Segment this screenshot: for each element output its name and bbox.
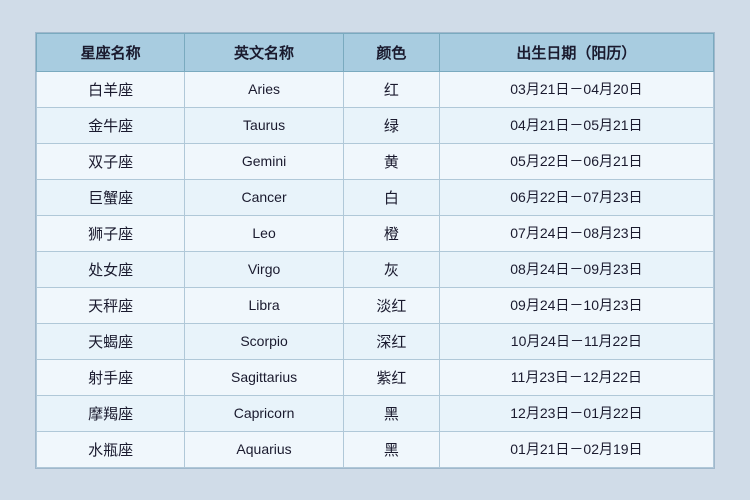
table-row: 天秤座Libra淡红09月24日－10月23日 [37, 287, 714, 323]
cell-4-0: 狮子座 [37, 215, 185, 251]
table-header-row: 星座名称英文名称颜色出生日期（阳历） [37, 33, 714, 71]
cell-1-0: 金牛座 [37, 107, 185, 143]
cell-10-2: 黑 [343, 431, 439, 467]
cell-10-3: 01月21日－02月19日 [439, 431, 713, 467]
cell-8-2: 紫红 [343, 359, 439, 395]
header-col-0: 星座名称 [37, 33, 185, 71]
cell-6-1: Libra [185, 287, 344, 323]
header-col-3: 出生日期（阳历） [439, 33, 713, 71]
cell-4-1: Leo [185, 215, 344, 251]
cell-2-3: 05月22日－06月21日 [439, 143, 713, 179]
cell-3-1: Cancer [185, 179, 344, 215]
cell-8-0: 射手座 [37, 359, 185, 395]
cell-1-2: 绿 [343, 107, 439, 143]
table-row: 狮子座Leo橙07月24日－08月23日 [37, 215, 714, 251]
cell-0-0: 白羊座 [37, 71, 185, 107]
cell-8-1: Sagittarius [185, 359, 344, 395]
cell-1-1: Taurus [185, 107, 344, 143]
cell-0-3: 03月21日－04月20日 [439, 71, 713, 107]
cell-10-0: 水瓶座 [37, 431, 185, 467]
cell-1-3: 04月21日－05月21日 [439, 107, 713, 143]
cell-8-3: 11月23日－12月22日 [439, 359, 713, 395]
cell-0-2: 红 [343, 71, 439, 107]
cell-3-0: 巨蟹座 [37, 179, 185, 215]
table-row: 水瓶座Aquarius黑01月21日－02月19日 [37, 431, 714, 467]
cell-5-0: 处女座 [37, 251, 185, 287]
cell-2-1: Gemini [185, 143, 344, 179]
cell-6-2: 淡红 [343, 287, 439, 323]
table-row: 天蝎座Scorpio深红10月24日－11月22日 [37, 323, 714, 359]
cell-3-2: 白 [343, 179, 439, 215]
cell-4-2: 橙 [343, 215, 439, 251]
cell-3-3: 06月22日－07月23日 [439, 179, 713, 215]
cell-6-0: 天秤座 [37, 287, 185, 323]
table-row: 射手座Sagittarius紫红11月23日－12月22日 [37, 359, 714, 395]
cell-7-2: 深红 [343, 323, 439, 359]
table-row: 处女座Virgo灰08月24日－09月23日 [37, 251, 714, 287]
cell-5-1: Virgo [185, 251, 344, 287]
zodiac-table: 星座名称英文名称颜色出生日期（阳历） 白羊座Aries红03月21日－04月20… [36, 33, 714, 468]
header-col-2: 颜色 [343, 33, 439, 71]
header-col-1: 英文名称 [185, 33, 344, 71]
cell-7-0: 天蝎座 [37, 323, 185, 359]
cell-5-3: 08月24日－09月23日 [439, 251, 713, 287]
cell-6-3: 09月24日－10月23日 [439, 287, 713, 323]
cell-7-3: 10月24日－11月22日 [439, 323, 713, 359]
cell-9-3: 12月23日－01月22日 [439, 395, 713, 431]
table-row: 巨蟹座Cancer白06月22日－07月23日 [37, 179, 714, 215]
table-row: 白羊座Aries红03月21日－04月20日 [37, 71, 714, 107]
cell-2-0: 双子座 [37, 143, 185, 179]
table-row: 金牛座Taurus绿04月21日－05月21日 [37, 107, 714, 143]
cell-4-3: 07月24日－08月23日 [439, 215, 713, 251]
table-body: 白羊座Aries红03月21日－04月20日金牛座Taurus绿04月21日－0… [37, 71, 714, 467]
cell-0-1: Aries [185, 71, 344, 107]
table-row: 双子座Gemini黄05月22日－06月21日 [37, 143, 714, 179]
zodiac-table-container: 星座名称英文名称颜色出生日期（阳历） 白羊座Aries红03月21日－04月20… [35, 32, 715, 469]
cell-9-2: 黑 [343, 395, 439, 431]
cell-7-1: Scorpio [185, 323, 344, 359]
cell-2-2: 黄 [343, 143, 439, 179]
cell-9-0: 摩羯座 [37, 395, 185, 431]
table-row: 摩羯座Capricorn黑12月23日－01月22日 [37, 395, 714, 431]
cell-9-1: Capricorn [185, 395, 344, 431]
cell-5-2: 灰 [343, 251, 439, 287]
cell-10-1: Aquarius [185, 431, 344, 467]
